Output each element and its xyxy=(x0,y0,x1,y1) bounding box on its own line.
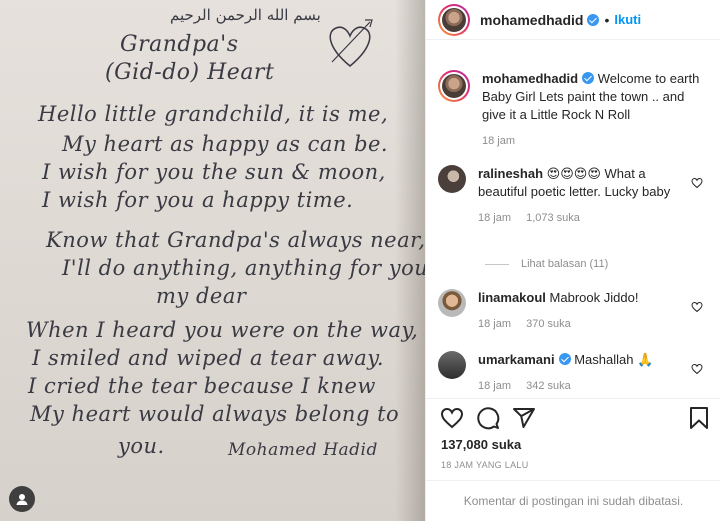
letter-line: I smiled and wiped a tear away. xyxy=(32,346,385,370)
action-bar xyxy=(426,398,720,438)
comment-item: umarkamani Mashallah 🙏 18 jam 342 suka xyxy=(438,351,713,395)
comment-time[interactable]: 18 jam xyxy=(478,318,511,330)
handwritten-letter: بسم الله الرحمن الرحيم Grandpa's (Gid-do… xyxy=(0,0,425,521)
drawn-heart-icon xyxy=(329,19,373,67)
heart-icon[interactable] xyxy=(691,301,703,313)
comment-meta: 18 jam 370 suka xyxy=(478,315,688,333)
letter-line: I cried the tear because I knew xyxy=(28,374,376,398)
comment-time[interactable]: 18 jam xyxy=(478,380,511,392)
bookmark-icon[interactable] xyxy=(688,406,710,430)
letter-line: (Gid-do) Heart xyxy=(105,60,275,85)
follow-button[interactable]: Ikuti xyxy=(614,12,641,27)
verified-icon xyxy=(582,72,595,84)
letter-line: I wish for you a happy time. xyxy=(42,188,354,212)
comment-text: Mabrook Jiddo! xyxy=(549,290,639,305)
comment-body: umarkamani Mashallah 🙏 18 jam 342 suka xyxy=(478,351,688,395)
heart-icon[interactable] xyxy=(691,363,703,375)
comment-likes[interactable]: 1,073 suka xyxy=(526,212,580,224)
post-time[interactable]: 18 JAM YANG LALU xyxy=(441,460,529,470)
post-sidebar: mohamedhadid • Ikuti mohamedhadid Welcom… xyxy=(425,0,720,521)
comment-likes[interactable]: 342 suka xyxy=(526,380,571,392)
letter-line: my dear xyxy=(156,284,247,308)
caption-meta: 18 jam xyxy=(482,132,707,150)
comment-username[interactable]: ralineshah xyxy=(478,166,543,181)
letter-line: I wish for you the sun & moon, xyxy=(42,160,386,184)
letter-line: When I heard you were on the way, xyxy=(26,318,419,342)
user-tag-icon xyxy=(16,494,28,505)
post-photo[interactable]: بسم الله الرحمن الرحيم Grandpa's (Gid-do… xyxy=(0,0,425,521)
letter-line: Grandpa's xyxy=(120,32,239,57)
heart-icon[interactable] xyxy=(691,177,703,189)
signature: Mohamed Hadid xyxy=(228,440,378,460)
comment-icon[interactable] xyxy=(476,406,500,430)
author-username[interactable]: mohamedhadid xyxy=(480,12,583,28)
caption-avatar[interactable] xyxy=(438,70,470,102)
letter-line: Hello little grandchild, it is me, xyxy=(38,102,389,126)
commenter-avatar[interactable] xyxy=(438,165,466,193)
paper-shadow xyxy=(395,0,425,521)
letter-line: My heart as happy as can be. xyxy=(62,132,389,156)
letter-line: Know that Grandpa's always near, xyxy=(46,228,425,252)
comment-username[interactable]: linamakoul xyxy=(478,290,546,305)
author-avatar[interactable] xyxy=(438,3,470,36)
like-heart-icon[interactable] xyxy=(440,406,464,430)
comment-item: ralineshah 😍😍😍😍 What a beautiful poetic … xyxy=(438,165,713,227)
share-icon[interactable] xyxy=(512,406,536,430)
comment-likes[interactable]: 370 suka xyxy=(526,318,571,330)
separator-dot: • xyxy=(604,11,610,28)
comment-meta: 18 jam 1,073 suka xyxy=(478,209,688,227)
comment-body: linamakoul Mabrook Jiddo! 18 jam 370 suk… xyxy=(478,289,688,333)
view-replies-button[interactable]: Lihat balasan (11) xyxy=(485,258,608,270)
comment-text: Mashallah 🙏 xyxy=(574,352,654,367)
comment-username[interactable]: umarkamani xyxy=(478,352,555,367)
comment-time[interactable]: 18 jam xyxy=(478,212,511,224)
comment-meta: 18 jam 342 suka xyxy=(478,377,688,395)
commenter-avatar[interactable] xyxy=(438,289,466,317)
verified-icon xyxy=(587,13,600,26)
letter-line: I'll do anything, anything for you xyxy=(62,256,425,280)
letter-line: بسم الله الرحمن الرحيم xyxy=(170,6,321,24)
verified-icon xyxy=(558,353,571,365)
comment-body: ralineshah 😍😍😍😍 What a beautiful poetic … xyxy=(478,165,688,227)
commenter-avatar[interactable] xyxy=(438,351,466,379)
letter-line: My heart would always belong to xyxy=(30,402,400,426)
post-caption: mohamedhadid Welcome to earth Baby Girl … xyxy=(438,70,713,150)
post-header: mohamedhadid • Ikuti xyxy=(426,0,720,40)
user-tag-button[interactable] xyxy=(9,486,35,512)
caption-body: mohamedhadid Welcome to earth Baby Girl … xyxy=(482,70,707,150)
comment-item: linamakoul Mabrook Jiddo! 18 jam 370 suk… xyxy=(438,289,713,333)
letter-line: you. xyxy=(118,434,165,458)
like-count[interactable]: 137,080 suka xyxy=(441,437,521,452)
caption-time[interactable]: 18 jam xyxy=(482,135,515,147)
caption-username[interactable]: mohamedhadid xyxy=(482,71,578,86)
comments-disabled-notice: Komentar di postingan ini sudah dibatasi… xyxy=(426,480,720,521)
